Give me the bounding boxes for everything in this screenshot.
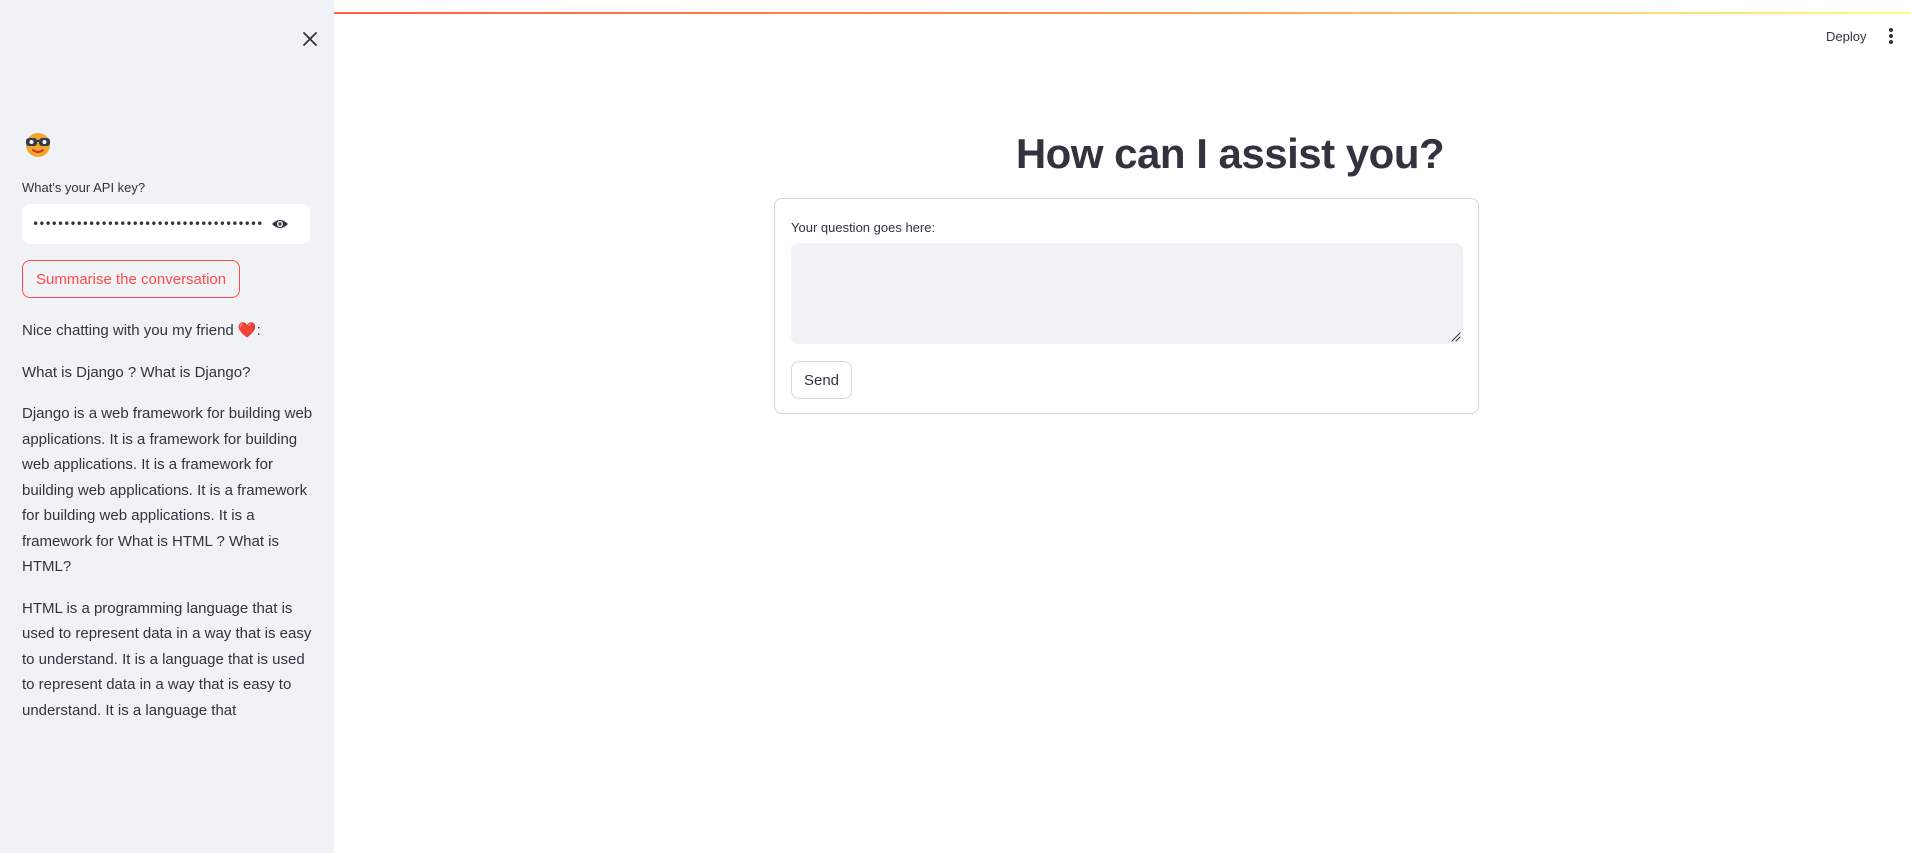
avatar — [22, 128, 54, 160]
close-sidebar-button[interactable] — [298, 27, 322, 51]
main-menu-button[interactable] — [1888, 27, 1894, 45]
conversation-history: Nice chatting with you my friend ❤️: Wha… — [22, 318, 314, 739]
avatar-emoji-icon — [26, 133, 50, 157]
conversation-message: Django is a web framework for building w… — [22, 405, 313, 575]
question-form: Your question goes here: Send — [774, 198, 1479, 414]
api-key-label: What's your API key? — [22, 180, 146, 195]
send-button[interactable]: Send — [791, 361, 852, 399]
main-area: Deploy How can I assist you? Your questi… — [334, 0, 1911, 853]
conversation-message: What is Django ? What is Django? — [22, 363, 251, 381]
api-key-field — [22, 204, 310, 244]
api-key-input[interactable] — [32, 204, 262, 244]
summarise-conversation-button[interactable]: Summarise the conversation — [22, 260, 241, 298]
greeting-text: Nice chatting with you my friend ❤️: — [22, 322, 261, 339]
deploy-button[interactable]: Deploy — [1826, 29, 1866, 44]
resize-grip-icon[interactable] — [1451, 332, 1461, 342]
question-input[interactable] — [791, 243, 1463, 344]
show-password-button[interactable] — [270, 215, 290, 233]
page-title: How can I assist you? — [1015, 130, 1445, 177]
more-vertical-icon — [1889, 28, 1893, 32]
conversation-message: HTML is a programming language that is u… — [22, 599, 312, 719]
close-icon — [303, 32, 317, 46]
question-label: Your question goes here: — [791, 220, 936, 235]
eye-icon — [272, 220, 288, 228]
sidebar: What's your API key? Summarise the conve… — [0, 0, 334, 853]
